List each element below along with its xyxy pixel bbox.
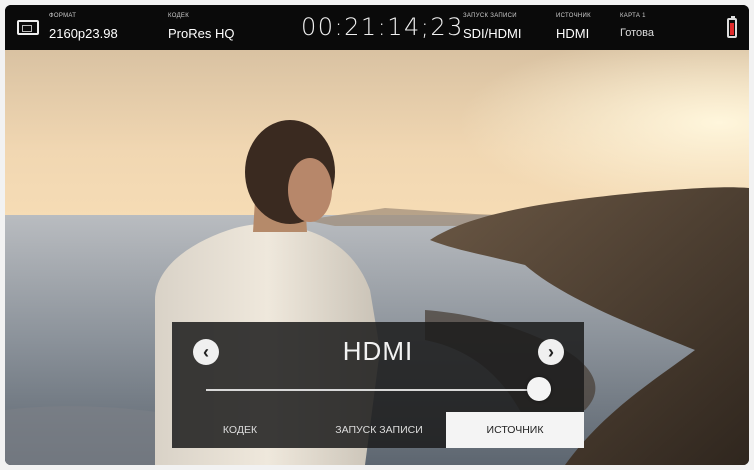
- panel-tabs: КОДЕК ЗАПУСК ЗАПИСИ ИСТОЧНИК: [172, 412, 584, 448]
- codec-label: КОДЕК: [168, 13, 190, 19]
- format-value: 2160p23.98: [49, 26, 118, 41]
- source-field[interactable]: ИСТОЧНИК HDMI: [556, 13, 591, 41]
- camera-icon[interactable]: [17, 20, 39, 35]
- record-trigger-field[interactable]: ЗАПУСК ЗАПИСИ SDI/HDMI: [463, 13, 522, 41]
- screen: ФОРМАТ 2160p23.98 КОДЕК ProRes HQ 00:21:…: [5, 5, 749, 465]
- format-field[interactable]: ФОРМАТ 2160p23.98: [49, 13, 118, 41]
- codec-field[interactable]: КОДЕК ProRes HQ: [168, 13, 234, 41]
- selected-option-value: HDMI: [342, 336, 414, 366]
- timecode[interactable]: 00:21:14;23: [301, 13, 464, 41]
- record-trigger-value: SDI/HDMI: [463, 26, 522, 41]
- status-bar: ФОРМАТ 2160p23.98 КОДЕК ProRes HQ 00:21:…: [5, 5, 749, 50]
- battery-icon: [727, 16, 737, 38]
- format-label: ФОРМАТ: [49, 13, 77, 19]
- option-slider-handle[interactable]: [527, 377, 551, 401]
- record-trigger-label: ЗАПУСК ЗАПИСИ: [463, 13, 517, 19]
- codec-value: ProRes HQ: [168, 26, 235, 41]
- tab-source[interactable]: ИСТОЧНИК: [446, 412, 584, 448]
- card-value: Готова: [620, 27, 654, 39]
- card-label: КАРТА 1: [620, 13, 646, 19]
- settings-panel: ‹ HDMI › КОДЕК ЗАПУСК ЗАПИСИ ИСТОЧНИК: [172, 322, 584, 448]
- next-option-button[interactable]: ›: [538, 339, 564, 365]
- tab-codec[interactable]: КОДЕК: [200, 412, 280, 448]
- option-slider-track[interactable]: [206, 389, 551, 391]
- card-field[interactable]: КАРТА 1 Готова: [620, 13, 654, 39]
- source-value: HDMI: [556, 26, 590, 41]
- source-label: ИСТОЧНИК: [556, 13, 591, 19]
- tab-record-trigger[interactable]: ЗАПУСК ЗАПИСИ: [314, 412, 444, 448]
- device-frame: ФОРМАТ 2160p23.98 КОДЕК ProRes HQ 00:21:…: [0, 0, 754, 470]
